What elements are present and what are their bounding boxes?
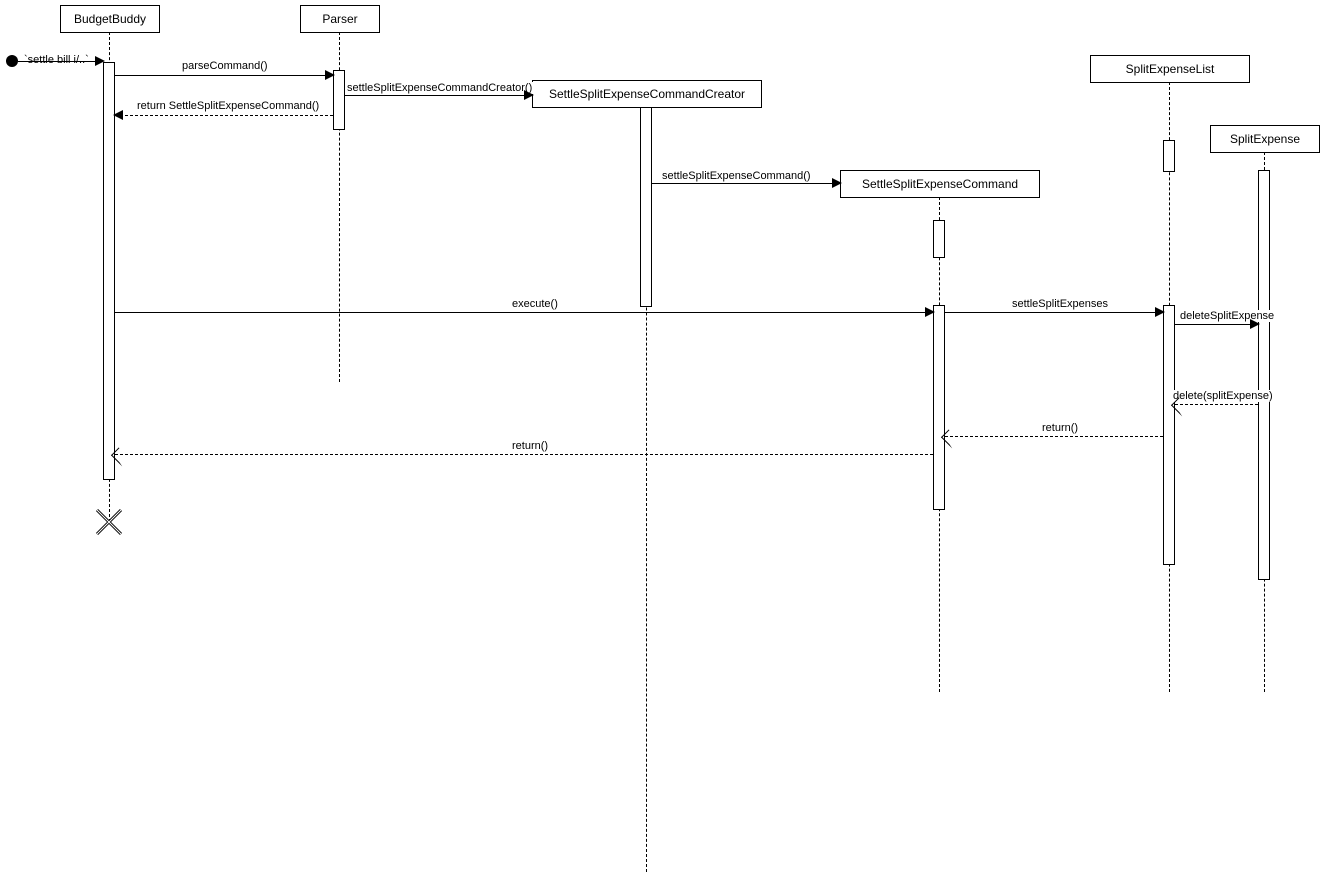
participant-command: SettleSplitExpenseCommand <box>840 170 1040 198</box>
msg-parsecommand: parseCommand() <box>180 60 270 72</box>
msg-settle: settleSplitExpenses <box>1010 298 1110 310</box>
arrow-head <box>325 70 335 80</box>
activation-creator <box>640 107 652 307</box>
destroy-icon <box>95 508 123 536</box>
participant-creator: SettleSplitExpenseCommandCreator <box>532 80 762 108</box>
participant-budgetbuddy: BudgetBuddy <box>60 5 160 33</box>
arrow-execute <box>115 312 933 313</box>
start-message: `settle bill i/..` <box>24 54 89 66</box>
activation-list-2 <box>1163 305 1175 565</box>
arrow-head <box>925 307 935 317</box>
msg-returnfinal: return() <box>510 440 550 452</box>
activation-list-1 <box>1163 140 1175 172</box>
participant-label: SettleSplitExpenseCommandCreator <box>549 87 745 101</box>
arrow-head <box>524 90 534 100</box>
start-dot <box>6 55 18 67</box>
participant-expense: SplitExpense <box>1210 125 1320 153</box>
msg-execute: execute() <box>510 298 560 310</box>
arrow-returnfinal <box>115 454 933 455</box>
msg-deletereturn: delete(splitExpense) <box>1171 390 1275 402</box>
arrow-settle <box>945 312 1163 313</box>
arrow-parsecommand <box>115 75 333 76</box>
arrow-head <box>113 110 123 120</box>
activation-expense <box>1258 170 1270 580</box>
msg-deletesplit: deleteSplitExpense <box>1178 310 1276 322</box>
activation-budgetbuddy <box>103 62 115 480</box>
participant-label: SplitExpense <box>1230 132 1300 146</box>
msg-cmdcall: settleSplitExpenseCommand() <box>660 170 813 182</box>
arrow-cmdcall <box>652 183 840 184</box>
arrow-deletereturn <box>1175 404 1258 405</box>
participant-list: SplitExpenseList <box>1090 55 1250 83</box>
msg-returnlist: return() <box>1040 422 1080 434</box>
participant-label: BudgetBuddy <box>74 12 146 26</box>
arrow-returncmd <box>115 115 333 116</box>
arrow-returnlist <box>945 436 1163 437</box>
arrow-head <box>1155 307 1165 317</box>
msg-creator: settleSplitExpenseCommandCreator() <box>345 82 534 94</box>
arrow-head <box>1250 319 1260 329</box>
sequence-diagram: `settle bill i/..` BudgetBuddy Parser Se… <box>0 0 1331 882</box>
arrow-head <box>95 56 105 66</box>
activation-command-1 <box>933 220 945 258</box>
participant-parser: Parser <box>300 5 380 33</box>
activation-command-2 <box>933 305 945 510</box>
participant-label: Parser <box>322 12 357 26</box>
arrow-creator <box>345 95 532 96</box>
msg-returncmd: return SettleSplitExpenseCommand() <box>135 100 321 112</box>
arrow-start <box>18 61 103 62</box>
participant-label: SplitExpenseList <box>1126 62 1215 76</box>
arrow-deletesplit <box>1175 324 1258 325</box>
arrow-head <box>832 178 842 188</box>
participant-label: SettleSplitExpenseCommand <box>862 177 1018 191</box>
